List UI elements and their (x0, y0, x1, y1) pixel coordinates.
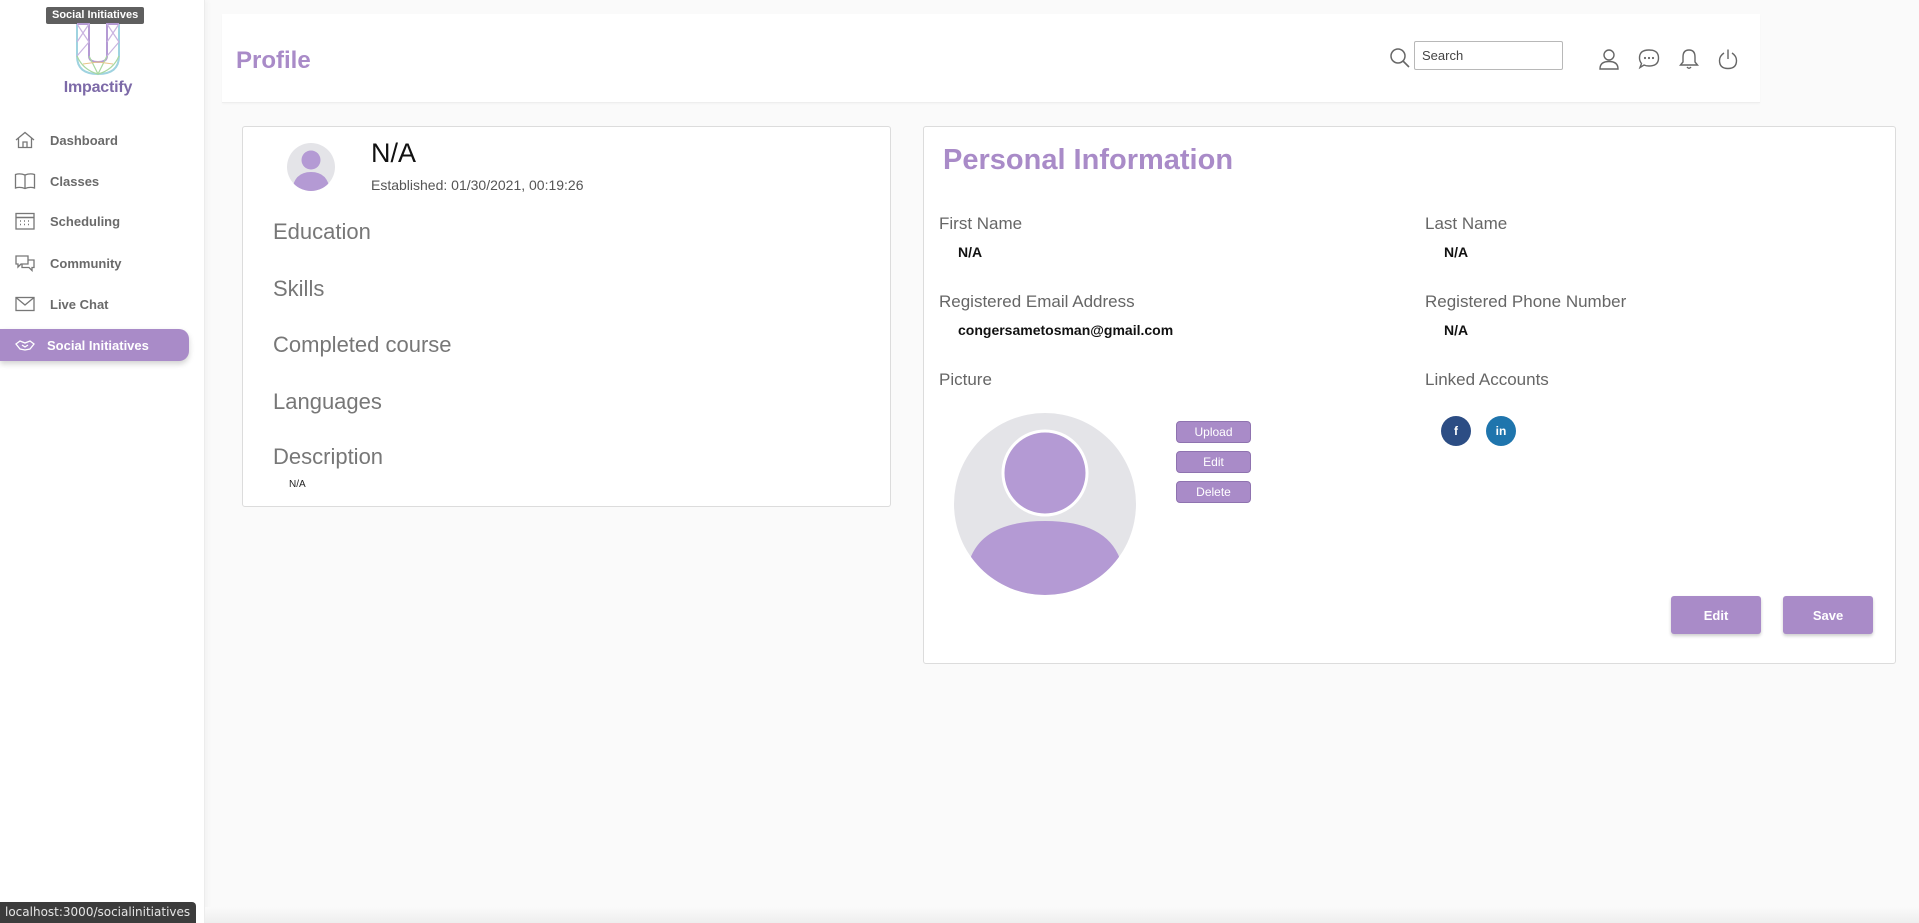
impactify-logo-icon (76, 23, 120, 76)
sidebar-item-label: Scheduling (50, 213, 121, 229)
personal-information-card: Personal Information First Name N/A Last… (923, 126, 1896, 664)
phone-value: N/A (1444, 322, 1469, 338)
sidebar-item-dashboard[interactable]: Dashboard (0, 124, 189, 156)
avatar-icon (292, 150, 330, 191)
save-button[interactable]: Save (1783, 596, 1873, 634)
description-value: N/A (289, 479, 306, 490)
linkedin-link[interactable]: in (1486, 416, 1516, 446)
facebook-link[interactable]: f (1441, 416, 1471, 446)
completed-course-heading: Completed course (273, 332, 452, 357)
sidebar-item-live-chat[interactable]: Live Chat (0, 288, 189, 320)
delete-picture-button[interactable]: Delete (1176, 481, 1251, 503)
brand-name: Impactify (63, 79, 133, 96)
last-name-label: Last Name (1425, 214, 1508, 233)
profile-name: N/A (371, 138, 417, 168)
email-label: Registered Email Address (939, 292, 1135, 311)
picture-label: Picture (939, 370, 992, 389)
sidebar: Social Initiatives Impactify Dashboard C… (0, 0, 205, 923)
mail-icon (15, 296, 35, 312)
search-icon[interactable] (1389, 47, 1411, 69)
upload-picture-button[interactable]: Upload (1176, 421, 1251, 443)
top-header: Profile (222, 14, 1760, 103)
languages-heading: Languages (273, 389, 382, 414)
sidebar-item-label: Dashboard (50, 132, 118, 148)
book-icon (14, 173, 36, 190)
handshake-icon (15, 340, 35, 351)
page-title: Profile (236, 47, 311, 74)
sidebar-item-community[interactable]: Community (0, 247, 189, 279)
email-value: congersametosman@gmail.com (958, 322, 1174, 338)
power-icon[interactable] (1718, 48, 1738, 70)
avatar-icon (970, 429, 1120, 595)
profile-summary-card: N/A Established: 01/30/2021, 00:19:26 Ed… (242, 126, 891, 507)
sidebar-item-label: Community (50, 255, 122, 271)
skills-heading: Skills (273, 276, 325, 301)
bottom-shade (205, 907, 1919, 923)
first-name-value: N/A (958, 244, 983, 260)
search-input[interactable] (1414, 41, 1563, 70)
sidebar-item-label: Classes (50, 173, 100, 189)
avatar (287, 143, 335, 191)
sidebar-item-label: Social Initiatives (47, 337, 149, 353)
phone-label: Registered Phone Number (1425, 292, 1627, 311)
linked-accounts-label: Linked Accounts (1425, 370, 1549, 389)
chat-icon[interactable] (1638, 48, 1660, 70)
calendar-icon (15, 212, 35, 230)
chat-bubbles-icon (15, 255, 35, 272)
description-heading: Description (273, 444, 384, 469)
sidebar-item-social-initiatives[interactable]: Social Initiatives (0, 329, 189, 361)
home-icon (15, 131, 35, 149)
edit-picture-button[interactable]: Edit (1176, 451, 1251, 473)
logo[interactable]: Impactify (62, 22, 134, 102)
bell-icon[interactable] (1679, 48, 1699, 70)
education-heading: Education (273, 219, 371, 244)
user-icon[interactable] (1598, 48, 1620, 70)
personal-information-title: Personal Information (943, 144, 1234, 176)
linkedin-icon: in (1495, 424, 1507, 438)
established-date: Established: 01/30/2021, 00:19:26 (371, 177, 584, 193)
sidebar-item-scheduling[interactable]: Scheduling (0, 205, 189, 237)
sidebar-item-classes[interactable]: Classes (0, 165, 189, 197)
status-bar-url: localhost:3000/socialinitiatives (0, 902, 197, 923)
edit-button[interactable]: Edit (1671, 596, 1761, 634)
profile-picture (954, 413, 1136, 595)
sidebar-item-label: Live Chat (50, 296, 109, 312)
last-name-value: N/A (1444, 244, 1469, 260)
first-name-label: First Name (939, 214, 1023, 233)
facebook-icon: f (1454, 424, 1458, 438)
